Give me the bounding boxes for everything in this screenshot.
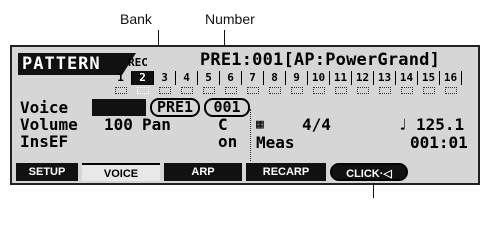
track-6[interactable]: 6 [220,71,242,94]
lcd-screen: PATTERN REC PRE1:001[AP:PowerGrand] 1 2 … [10,45,480,185]
rec-indicator: REC [128,56,148,69]
track-4[interactable]: 4 [176,71,198,94]
volume-value[interactable]: 100 [104,117,133,133]
measure-label: Meas [256,133,295,152]
time-signature-value[interactable]: 4/4 [302,117,331,133]
track-10[interactable]: 10 [308,71,330,94]
tab-recarp[interactable]: RECARP [246,163,326,181]
voice-header-info: PRE1:001[AP:PowerGrand] [200,50,441,70]
pan-value[interactable]: C [218,117,228,133]
tab-bar: SETUP VOICE ARP RECARP CLICK·◁ [16,163,476,181]
bank-callout-label: Bank [120,11,152,27]
volume-label: Volume [20,115,78,134]
voice-cursor[interactable] [92,99,146,116]
mode-title: PATTERN [18,53,136,75]
tempo-note-icon: ♩ [398,115,408,134]
track-12[interactable]: 12 [352,71,374,94]
track-strip: 1 2 3 4 5 6 7 8 9 10 11 12 13 14 15 16 [110,71,462,94]
panel-divider [250,109,252,161]
track-7[interactable]: 7 [242,71,264,94]
time-signature-icon: ▦ [256,117,264,132]
tempo-value[interactable]: 125.1 [416,117,464,133]
track-14[interactable]: 14 [396,71,418,94]
track-16[interactable]: 16 [440,71,462,94]
number-callout-label: Number [205,11,255,27]
tab-click[interactable]: CLICK·◁ [330,163,408,181]
tab-click-label: CLICK [346,168,380,180]
track-13[interactable]: 13 [374,71,396,94]
measure-value[interactable]: 001:01 [410,135,468,151]
speaker-icon: ·◁ [379,168,392,180]
insef-label: InsEF [20,132,69,151]
tab-arp[interactable]: ARP [164,163,242,181]
track-3[interactable]: 3 [154,71,176,94]
track-1[interactable]: 1 [110,71,132,94]
tab-voice[interactable]: VOICE [82,163,160,181]
pan-label: Pan [142,115,171,134]
track-2[interactable]: 2 [132,71,154,94]
track-8[interactable]: 8 [264,71,286,94]
track-15[interactable]: 15 [418,71,440,94]
track-9[interactable]: 9 [286,71,308,94]
track-11[interactable]: 11 [330,71,352,94]
voice-label: Voice [20,98,69,117]
track-5[interactable]: 5 [198,71,220,94]
tab-setup[interactable]: SETUP [16,163,78,181]
insef-value[interactable]: on [218,134,237,150]
